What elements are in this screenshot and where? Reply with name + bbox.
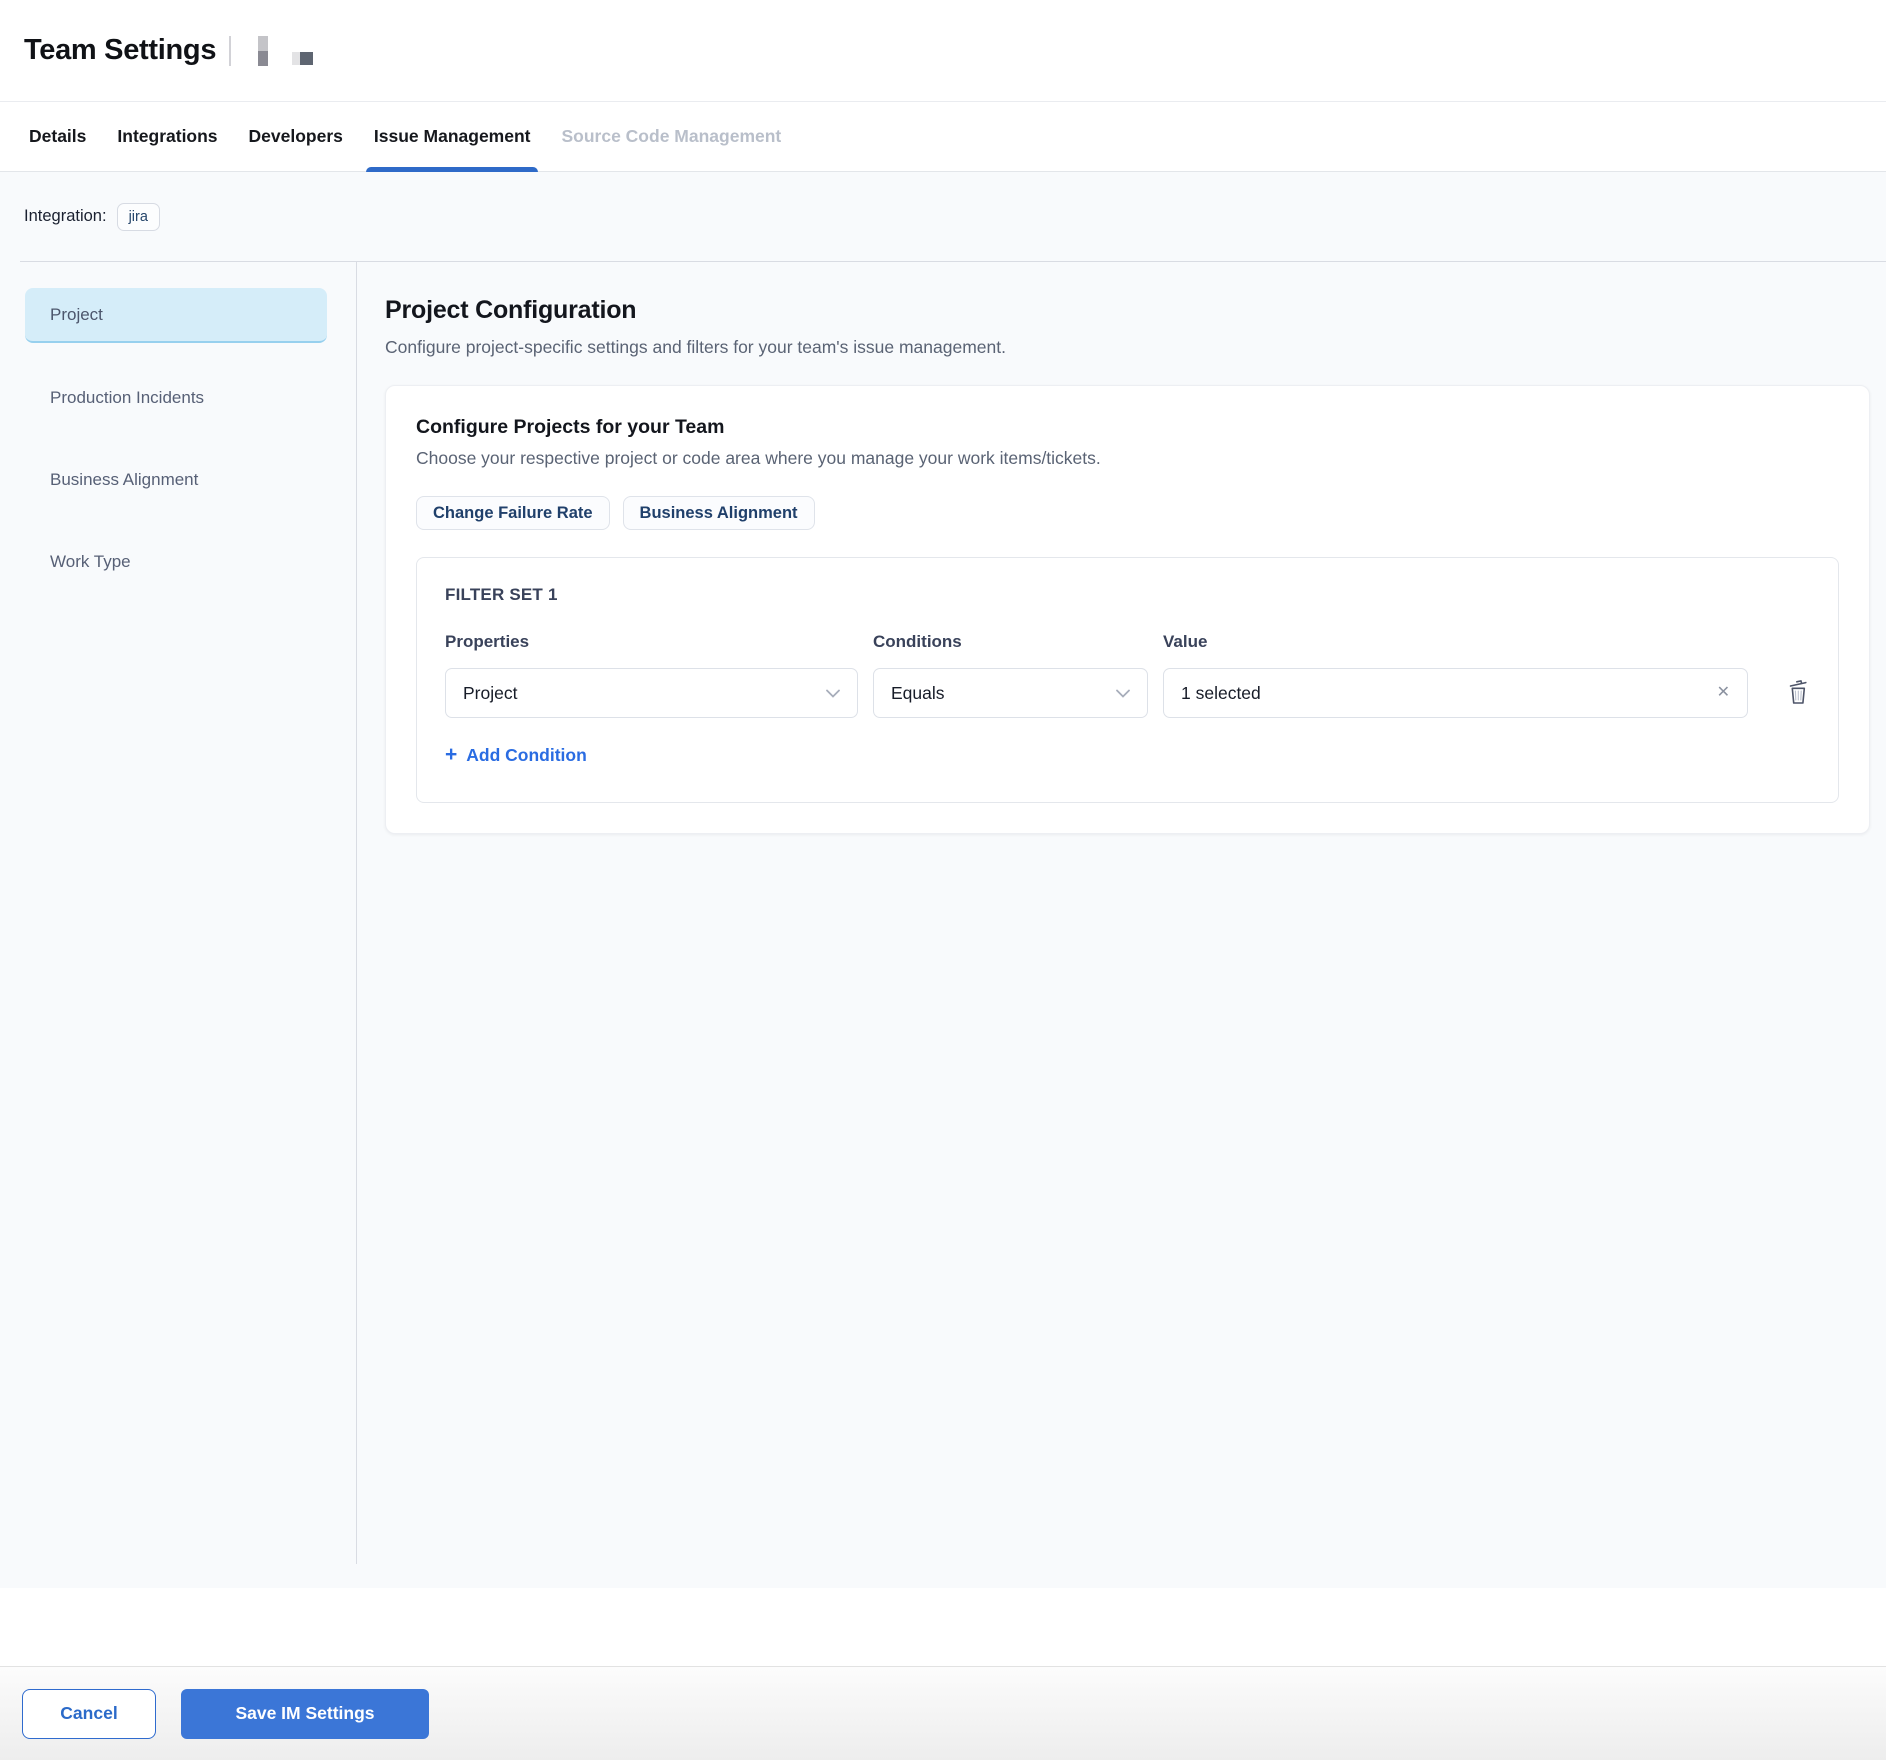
section-subtitle: Configure project-specific settings and … — [385, 337, 1870, 358]
tab-integrations[interactable]: Integrations — [117, 102, 217, 171]
clear-icon[interactable]: ✕ — [1717, 685, 1730, 701]
project-chips: Change Failure Rate Business Alignment — [416, 496, 1839, 530]
settings-content: Integration: jira Project Production Inc… — [0, 172, 1886, 1588]
filter-set-1: FILTER SET 1 Properties Conditions Value… — [416, 557, 1839, 803]
sidebar-item-production-incidents[interactable]: Production Incidents — [25, 370, 327, 425]
main-panel: Project Configuration Configure project-… — [357, 262, 1886, 1588]
tab-developers[interactable]: Developers — [249, 102, 343, 171]
conditions-select[interactable]: Equals — [873, 668, 1148, 718]
action-footer: Cancel Save IM Settings — [0, 1666, 1886, 1760]
sidebar-item-work-type[interactable]: Work Type — [25, 534, 327, 589]
settings-tabbar: Details Integrations Developers Issue Ma… — [0, 101, 1886, 172]
redacted-team-badge — [292, 52, 313, 65]
tab-source-code-management[interactable]: Source Code Management — [561, 102, 781, 171]
value-select-text: 1 selected — [1181, 683, 1261, 704]
trash-icon — [1786, 678, 1810, 708]
plus-icon: + — [445, 744, 457, 765]
conditions-select-value: Equals — [891, 683, 945, 704]
conditions-column-label: Conditions — [873, 632, 1148, 652]
card-title: Configure Projects for your Team — [416, 416, 1839, 439]
config-sidebar: Project Production Incidents Business Al… — [0, 262, 357, 1564]
chevron-down-icon — [1116, 689, 1130, 698]
value-multiselect[interactable]: 1 selected ✕ — [1163, 668, 1748, 718]
properties-select-value: Project — [463, 683, 517, 704]
section-title: Project Configuration — [385, 296, 1870, 325]
integration-row: Integration: jira — [0, 172, 1886, 261]
delete-filter-button[interactable] — [1786, 678, 1810, 708]
title-separator — [229, 36, 231, 66]
properties-select[interactable]: Project — [445, 668, 858, 718]
app-header: Team Settings — [0, 0, 1886, 101]
page-title: Team Settings — [24, 34, 216, 67]
integration-badge: jira — [117, 203, 160, 231]
filter-set-title: FILTER SET 1 — [445, 585, 1810, 605]
chip-business-alignment[interactable]: Business Alignment — [623, 496, 815, 530]
card-subtitle: Choose your respective project or code a… — [416, 448, 1839, 469]
value-column-label: Value — [1163, 632, 1748, 652]
integration-label: Integration: — [24, 207, 107, 226]
add-condition-button[interactable]: + Add Condition — [445, 745, 587, 766]
cancel-button[interactable]: Cancel — [22, 1689, 156, 1739]
footer-spacer — [0, 1588, 1886, 1666]
configure-projects-card: Configure Projects for your Team Choose … — [385, 385, 1870, 834]
add-condition-label: Add Condition — [466, 745, 587, 766]
save-im-settings-button[interactable]: Save IM Settings — [181, 1689, 429, 1739]
chevron-down-icon — [826, 689, 840, 698]
sidebar-item-business-alignment[interactable]: Business Alignment — [25, 452, 327, 507]
tab-issue-management[interactable]: Issue Management — [374, 102, 531, 171]
tab-details[interactable]: Details — [29, 102, 86, 171]
sidebar-item-project[interactable]: Project — [25, 288, 327, 343]
properties-column-label: Properties — [445, 632, 858, 652]
redacted-team-name — [258, 36, 268, 66]
chip-change-failure-rate[interactable]: Change Failure Rate — [416, 496, 610, 530]
